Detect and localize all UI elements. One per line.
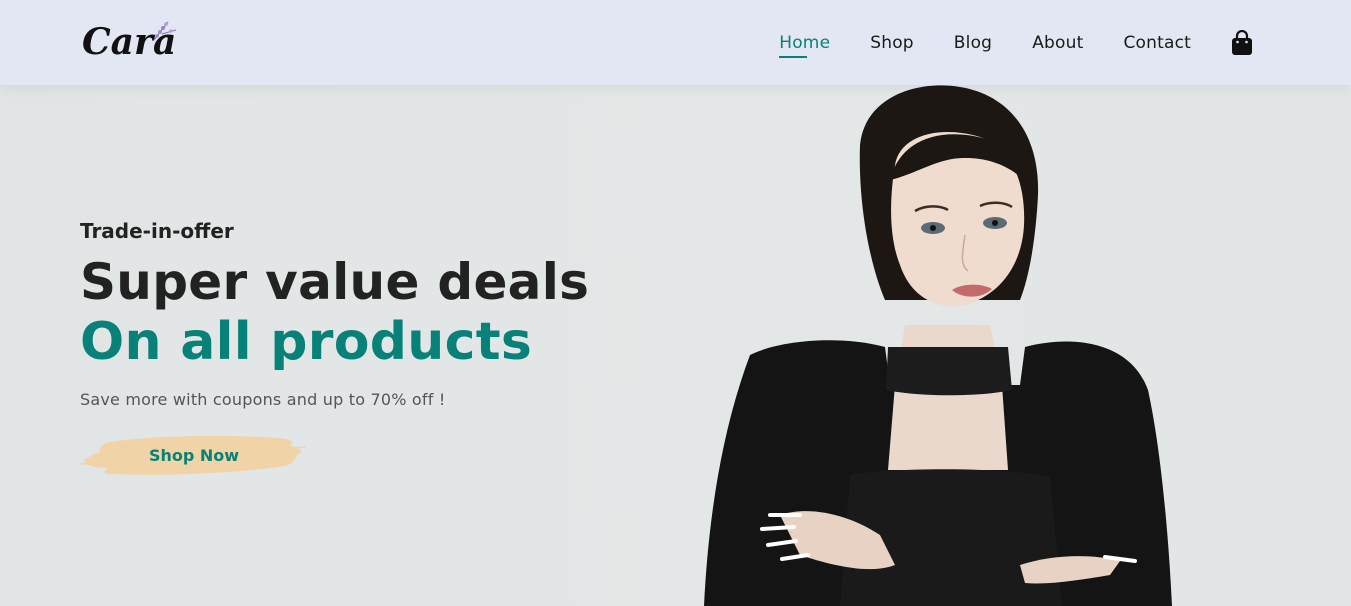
- main-nav: Home Shop Blog About Contact: [779, 0, 1253, 85]
- site-header: Cara Home Shop Blog About Contact: [0, 0, 1351, 85]
- nav-item-shop[interactable]: Shop: [870, 33, 914, 53]
- shop-now-button[interactable]: Shop Now: [80, 430, 308, 480]
- offer-tag: Trade-in-offer: [80, 219, 234, 243]
- hero-model-image: [690, 85, 1210, 606]
- shopping-bag-icon[interactable]: [1231, 29, 1253, 56]
- brand-logo[interactable]: Cara: [82, 14, 182, 66]
- promo-text: Save more with coupons and up to 70% off…: [80, 390, 446, 409]
- hero-headline: Super value deals: [80, 253, 590, 311]
- hero-section: Trade-in-offer Super value deals On all …: [0, 85, 1351, 606]
- nav-item-contact[interactable]: Contact: [1123, 33, 1191, 53]
- nav-item-home[interactable]: Home: [779, 33, 830, 58]
- shop-now-label: Shop Now: [148, 445, 240, 465]
- nav-item-about[interactable]: About: [1032, 33, 1083, 53]
- hero-subheadline: On all products: [80, 312, 533, 372]
- nav-item-blog[interactable]: Blog: [954, 33, 992, 53]
